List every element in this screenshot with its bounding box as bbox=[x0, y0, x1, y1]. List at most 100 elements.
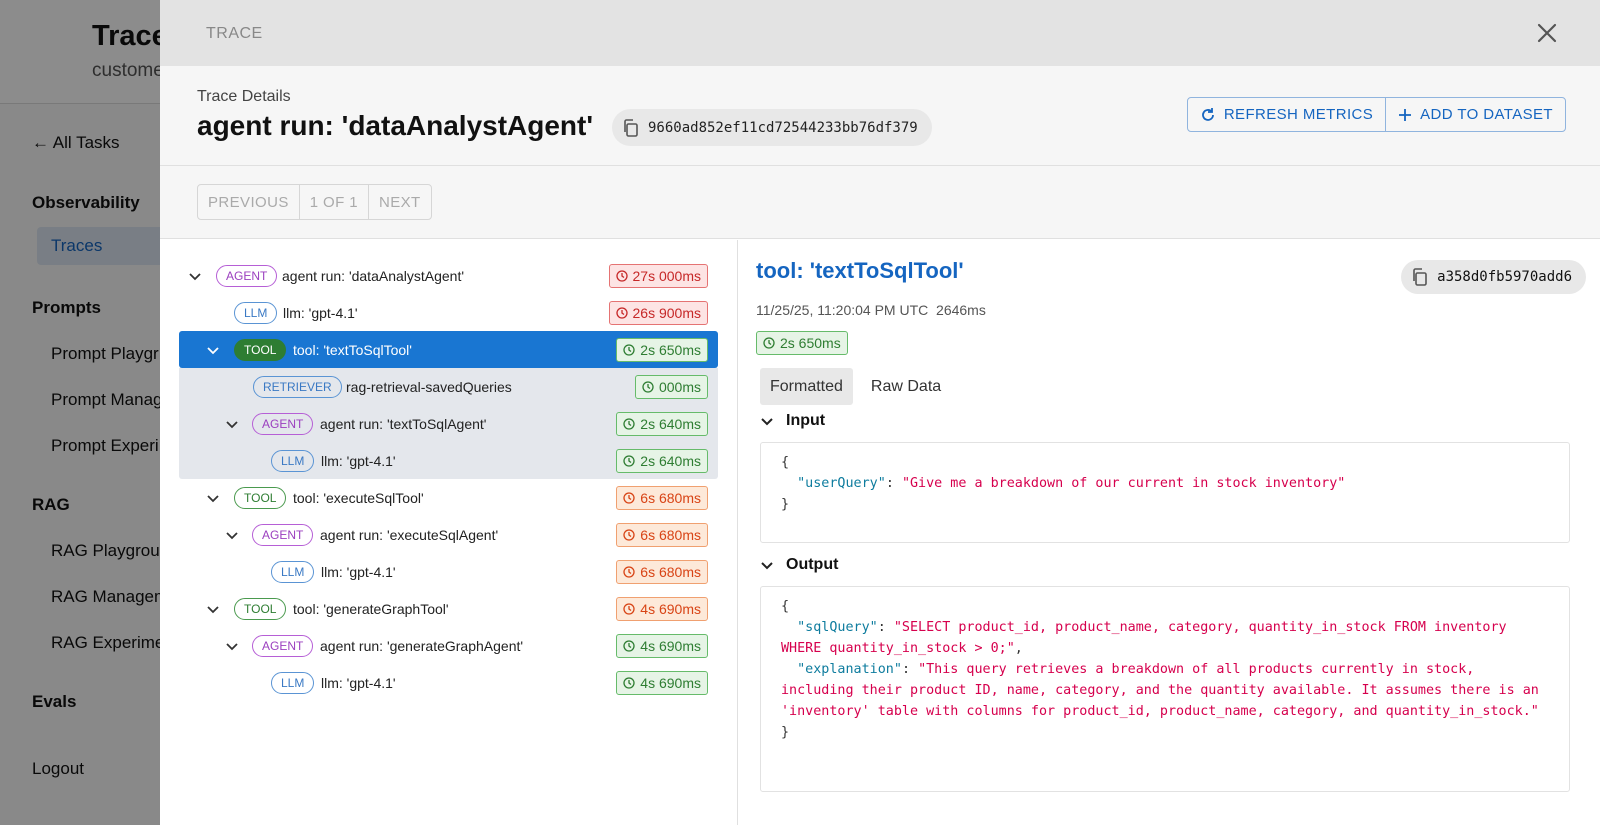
trace-header: Trace Details agent run: 'dataAnalystAge… bbox=[160, 66, 1600, 166]
span-name: agent run: 'textToSqlAgent' bbox=[320, 415, 487, 432]
span-detail-panel: tool: 'textToSqlTool' a358d0fb5970add6 1… bbox=[739, 240, 1600, 825]
clock-icon bbox=[623, 417, 635, 430]
duration-value: 4s 690ms bbox=[640, 674, 701, 691]
json-value: "SELECT product_id, product_name, catego… bbox=[781, 620, 1515, 656]
tree-row[interactable]: AGENT agent run: 'executeSqlAgent' 6s 68… bbox=[179, 516, 718, 553]
close-icon[interactable] bbox=[1536, 22, 1558, 44]
previous-button[interactable]: PREVIOUS bbox=[198, 185, 299, 219]
span-type-tag: LLM bbox=[271, 560, 315, 583]
span-name: llm: 'gpt-4.1' bbox=[283, 304, 358, 321]
chevron-down-icon[interactable] bbox=[205, 601, 221, 617]
tree-row[interactable]: LLM llm: 'gpt-4.1' 6s 680ms bbox=[179, 553, 718, 590]
span-type-tag: AGENT bbox=[216, 264, 278, 287]
trace-details-label: Trace Details bbox=[197, 88, 291, 105]
clock-icon bbox=[623, 343, 635, 356]
span-type-tag: AGENT bbox=[252, 634, 314, 657]
span-name: agent run: 'generateGraphAgent' bbox=[320, 637, 524, 654]
tree-row[interactable]: TOOL tool: 'executeSqlTool' 6s 680ms bbox=[179, 479, 718, 516]
trace-id-chip[interactable]: 9660ad852ef11cd72544233bb76df379 bbox=[612, 109, 932, 146]
json-key: "userQuery" bbox=[797, 476, 886, 491]
input-label: Input bbox=[786, 412, 826, 429]
tree-row[interactable]: AGENT agent run: 'textToSqlAgent' 2s 640… bbox=[179, 405, 718, 442]
json-key: "sqlQuery" bbox=[797, 620, 878, 635]
clock-icon bbox=[623, 565, 635, 578]
next-button[interactable]: NEXT bbox=[367, 185, 431, 219]
output-code-block: { "sqlQuery": "SELECT product_id, produc… bbox=[760, 586, 1570, 792]
span-name: agent run: 'dataAnalystAgent' bbox=[282, 267, 465, 284]
clock-icon bbox=[615, 306, 628, 319]
span-name: llm: 'gpt-4.1' bbox=[321, 563, 396, 580]
tree-row[interactable]: RETRIEVER rag-retrieval-savedQueries 000… bbox=[179, 368, 718, 405]
duration-badge: 4s 690ms bbox=[616, 670, 708, 695]
span-title: tool: 'textToSqlTool' bbox=[756, 258, 964, 283]
span-name: tool: 'executeSqlTool' bbox=[293, 489, 424, 506]
tab-raw-data[interactable]: Raw Data bbox=[861, 368, 951, 405]
span-timestamp: 11/25/25, 11:20:04 PM UTC bbox=[756, 302, 929, 318]
clock-icon bbox=[623, 491, 635, 504]
span-name: llm: 'gpt-4.1' bbox=[321, 452, 396, 469]
tree-row[interactable]: AGENT agent run: 'generateGraphAgent' 4s… bbox=[179, 627, 718, 664]
page-indicator: 1 OF 1 bbox=[298, 185, 368, 219]
tree-row-selected[interactable]: TOOL tool: 'textToSqlTool' 2s 650ms bbox=[179, 331, 718, 368]
input-code-block: { "userQuery": "Give me a breakdown of o… bbox=[760, 442, 1570, 543]
chevron-down-icon[interactable] bbox=[205, 342, 221, 358]
json-brace: { bbox=[781, 599, 790, 614]
duration-value: 6s 680ms bbox=[640, 526, 701, 543]
chevron-down-icon bbox=[761, 418, 773, 426]
duration-badge: 6s 680ms bbox=[616, 522, 708, 547]
tree-row[interactable]: LLM llm: 'gpt-4.1' 4s 690ms bbox=[179, 664, 718, 701]
clock-icon bbox=[623, 639, 635, 652]
tree-row[interactable]: LLM llm: 'gpt-4.1' 26s 900ms bbox=[179, 294, 718, 331]
detail-tabs: Formatted Raw Data bbox=[760, 368, 959, 405]
duration-badge: 4s 690ms bbox=[616, 596, 708, 621]
span-id-chip[interactable]: a358d0fb5970add6 bbox=[1401, 260, 1586, 294]
tab-formatted[interactable]: Formatted bbox=[760, 368, 853, 405]
duration-badge: 6s 680ms bbox=[616, 485, 708, 510]
span-type-tag: TOOL bbox=[234, 486, 287, 509]
tree-row[interactable]: LLM llm: 'gpt-4.1' 2s 640ms bbox=[179, 442, 718, 479]
json-brace: { bbox=[781, 455, 790, 470]
duration-value: 2s 640ms bbox=[640, 452, 701, 469]
copy-icon bbox=[1413, 268, 1427, 286]
duration-value: 6s 680ms bbox=[640, 563, 701, 580]
duration-badge: 2s 650ms bbox=[756, 331, 848, 355]
chevron-down-icon[interactable] bbox=[224, 638, 240, 654]
output-section-toggle[interactable]: Output bbox=[760, 556, 838, 574]
clock-icon bbox=[623, 602, 635, 615]
span-type-tag: AGENT bbox=[252, 523, 314, 546]
clock-icon bbox=[642, 380, 654, 393]
span-name: llm: 'gpt-4.1' bbox=[321, 674, 396, 691]
refresh-icon bbox=[1201, 107, 1214, 121]
chevron-down-icon[interactable] bbox=[187, 268, 203, 284]
span-latency: 2646ms bbox=[936, 302, 986, 318]
chevron-down-icon[interactable] bbox=[224, 527, 240, 543]
tree-row[interactable]: TOOL tool: 'generateGraphTool' 4s 690ms bbox=[179, 590, 718, 627]
tree-row[interactable]: AGENT agent run: 'dataAnalystAgent' 27s … bbox=[179, 257, 718, 294]
chevron-down-icon[interactable] bbox=[224, 416, 240, 432]
header-button-group: REFRESH METRICS ADD TO DATASET bbox=[1186, 97, 1566, 132]
pager: PREVIOUS 1 OF 1 NEXT bbox=[197, 184, 432, 220]
refresh-metrics-label: REFRESH METRICS bbox=[1223, 106, 1374, 123]
duration-value: 27s 000ms bbox=[632, 267, 701, 284]
duration-badge: 26s 900ms bbox=[608, 300, 708, 325]
chevron-down-icon[interactable] bbox=[205, 490, 221, 506]
duration-value: 000ms bbox=[658, 378, 701, 395]
refresh-metrics-button[interactable]: REFRESH METRICS bbox=[1188, 98, 1385, 131]
duration-badge: 2s 650ms bbox=[616, 337, 708, 362]
duration-value: 26s 900ms bbox=[632, 304, 701, 321]
duration-value: 4s 690ms bbox=[640, 637, 701, 654]
add-to-dataset-label: ADD TO DATASET bbox=[1420, 106, 1553, 123]
clock-icon bbox=[615, 269, 628, 282]
add-to-dataset-button[interactable]: ADD TO DATASET bbox=[1385, 98, 1565, 131]
span-type-tag: TOOL bbox=[234, 597, 287, 620]
span-tree: AGENT agent run: 'dataAnalystAgent' 27s … bbox=[160, 240, 738, 825]
clock-icon bbox=[623, 676, 635, 689]
duration-badge: 2s 640ms bbox=[616, 448, 708, 473]
span-name: agent run: 'executeSqlAgent' bbox=[320, 526, 499, 543]
span-type-tag: LLM bbox=[234, 301, 278, 324]
clock-icon bbox=[623, 528, 635, 541]
json-brace: } bbox=[781, 725, 790, 740]
input-section-toggle[interactable]: Input bbox=[760, 412, 825, 430]
plus-icon bbox=[1399, 108, 1412, 121]
trace-title: agent run: 'dataAnalystAgent' bbox=[197, 110, 594, 141]
